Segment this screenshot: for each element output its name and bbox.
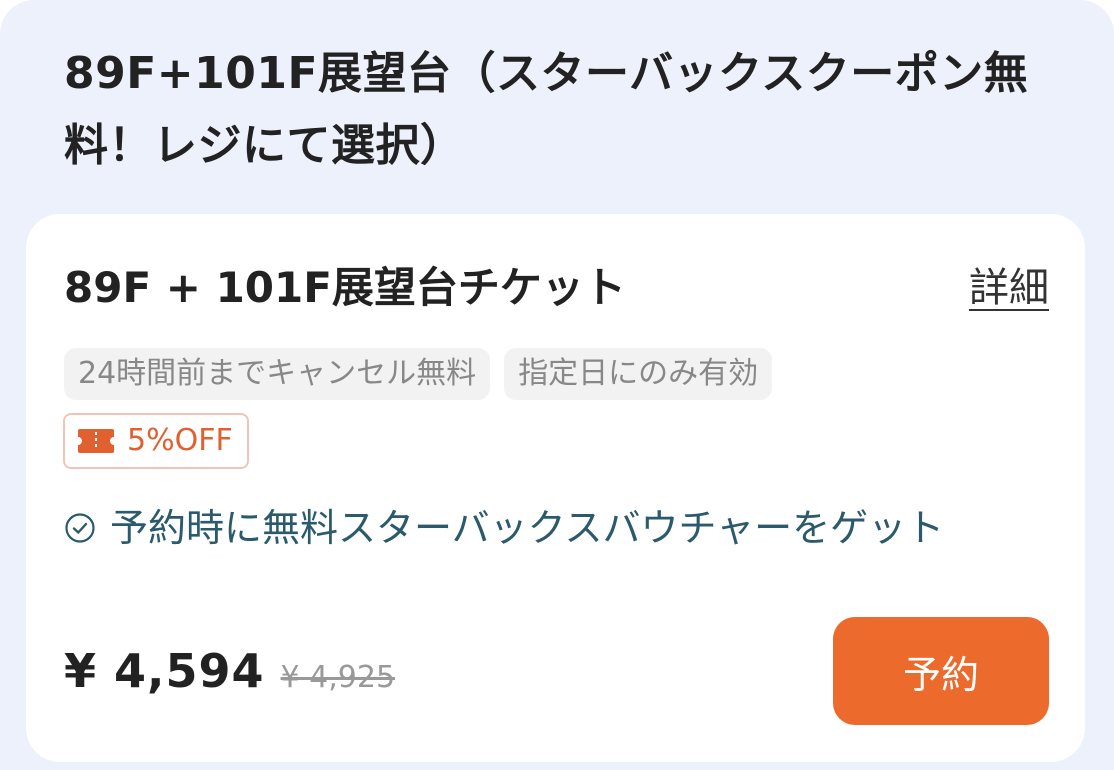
price-row: ¥ 4,594 ¥ 4,925 <box>64 644 395 698</box>
perk-text: 予約時に無料スターバックスバウチャーをゲット <box>110 506 945 550</box>
ticket-name: 89F + 101F展望台チケット <box>64 263 626 312</box>
check-circle-icon <box>65 513 95 543</box>
package-option-panel: 89F+101F展望台（スターバックスクーポン無料！レジにて選択） 89F + … <box>0 0 1114 770</box>
details-link[interactable]: 詳細 <box>969 260 1049 316</box>
ticket-tags: 24時間前までキャンセル無料 指定日にのみ有効 <box>64 348 773 400</box>
discount-label: 5%OFF <box>127 423 233 458</box>
current-price: ¥ 4,594 <box>64 644 265 698</box>
ticket-icon <box>78 429 114 453</box>
tag-free-cancellation: 24時間前までキャンセル無料 <box>64 348 491 400</box>
starbucks-perk: 予約時に無料スターバックスバウチャーをゲット <box>64 502 944 554</box>
discount-badge: 5%OFF <box>63 413 249 469</box>
package-title: 89F+101F展望台（スターバックスクーポン無料！レジにて選択） <box>64 48 1029 171</box>
original-price: ¥ 4,925 <box>280 660 396 695</box>
tag-date-specific: 指定日にのみ有効 <box>504 348 773 400</box>
ticket-card: 89F + 101F展望台チケット 詳細 24時間前までキャンセル無料 指定日に… <box>26 214 1085 762</box>
book-button[interactable]: 予約 <box>833 617 1049 725</box>
